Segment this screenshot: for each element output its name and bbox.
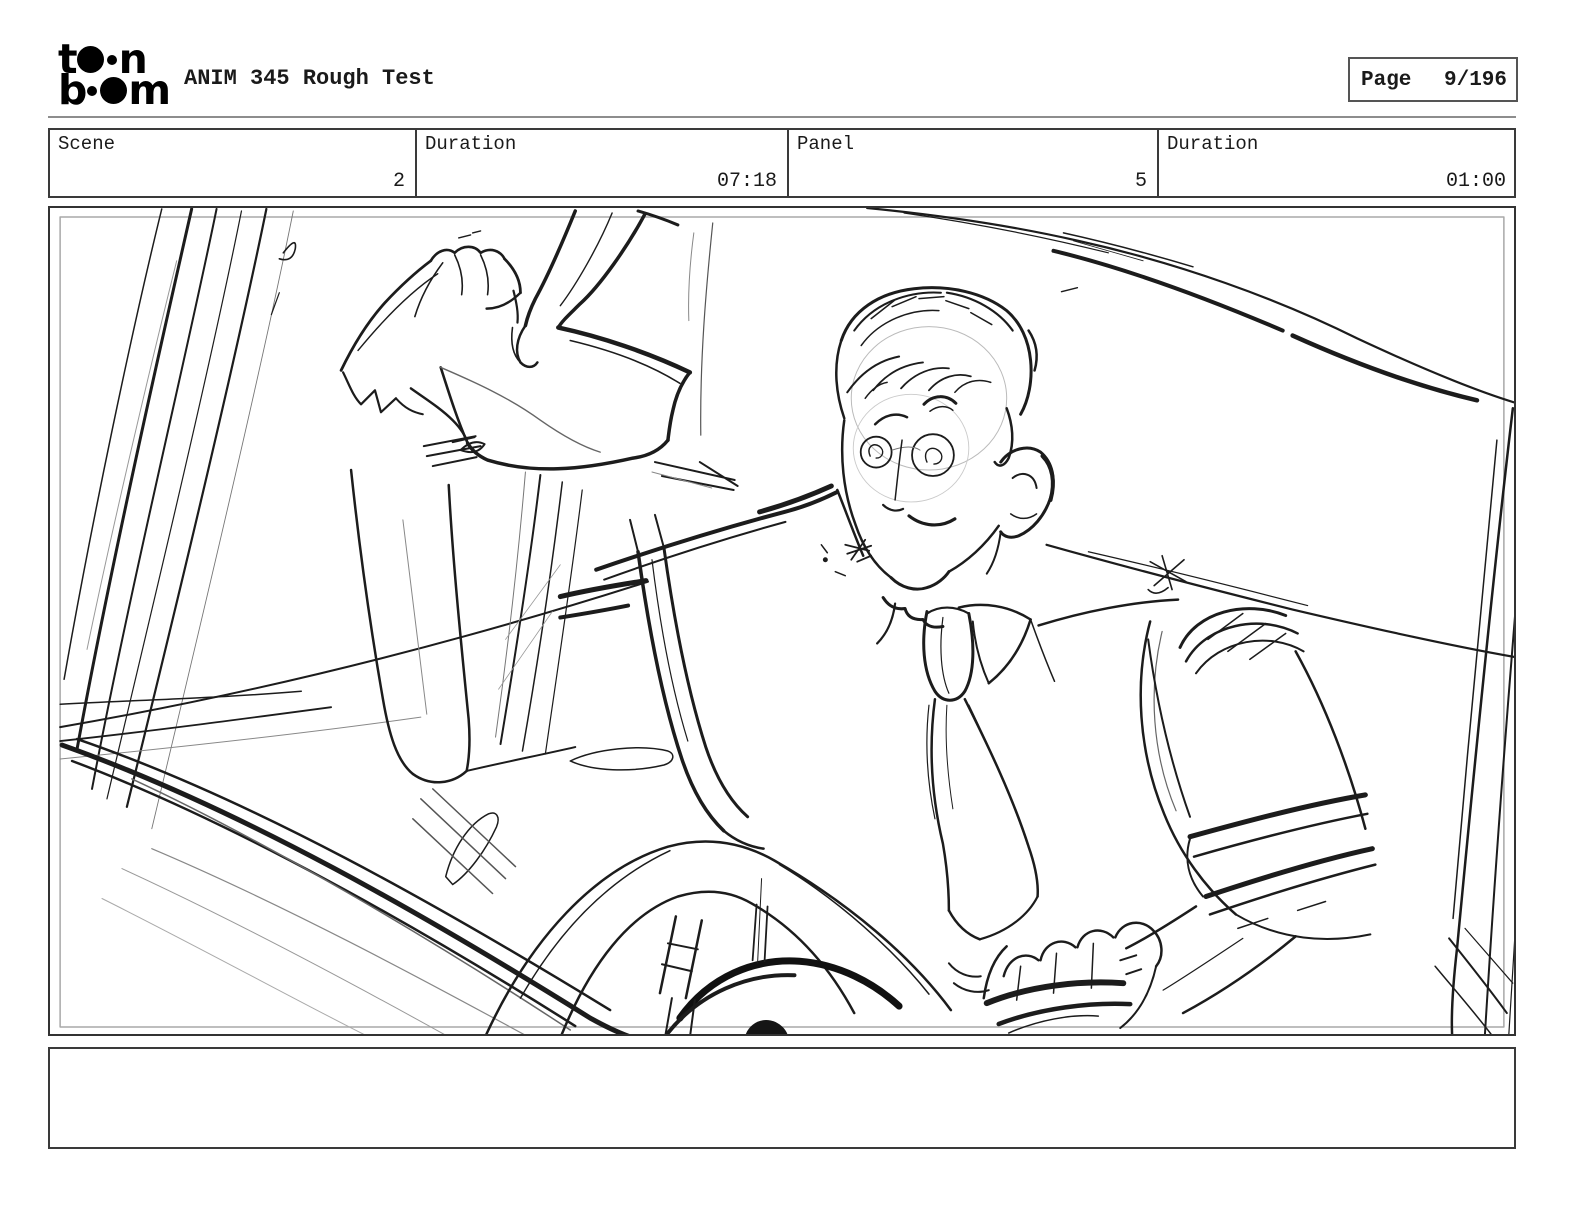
logo-small-dot-icon — [87, 86, 98, 96]
logo-big-dot-icon — [100, 77, 128, 104]
panel-duration-label: Duration — [1167, 133, 1259, 155]
page-number-box: Page 9/196 — [1348, 57, 1518, 102]
panel-info-row: Scene 2 Duration 07:18 Panel 5 Duration … — [48, 128, 1516, 198]
storyboard-panel-frame — [48, 206, 1516, 1036]
panel-duration-value: 01:00 — [1445, 170, 1506, 193]
scene-value: 2 — [392, 170, 405, 193]
panel-duration-cell: Duration 01:00 — [1157, 130, 1516, 196]
logo-small-dot-icon — [106, 55, 117, 65]
project-title: ANIM 345 Rough Test — [184, 66, 435, 91]
page-label: Page — [1361, 69, 1412, 92]
scene-cell: Scene 2 — [50, 130, 415, 196]
scene-duration-value: 07:18 — [716, 170, 777, 193]
steering-wheel-sketch — [486, 841, 1162, 1034]
storyboard-page: t n b m ANIM 345 Rough Test Page 9/196 S… — [0, 0, 1584, 1224]
panel-cell: Panel 5 — [787, 130, 1157, 196]
storyboard-sketch — [50, 208, 1514, 1034]
panel-label: Panel — [797, 133, 855, 155]
driver-figure-sketch — [351, 288, 1375, 1013]
toonboom-logo: t n b m — [58, 39, 171, 114]
header-divider — [48, 116, 1516, 118]
scene-label: Scene — [58, 133, 116, 155]
sun-visor-hand-sketch — [341, 211, 738, 490]
page-number-value: 9/196 — [1443, 69, 1507, 92]
scene-duration-cell: Duration 07:18 — [415, 130, 787, 196]
panel-value: 5 — [1134, 170, 1147, 193]
caption-box — [48, 1047, 1516, 1149]
logo-letter-m: m — [128, 66, 171, 114]
logo-letter-b: b — [58, 66, 87, 114]
scene-duration-label: Duration — [425, 133, 517, 155]
car-frame-sketch — [60, 208, 1514, 1034]
